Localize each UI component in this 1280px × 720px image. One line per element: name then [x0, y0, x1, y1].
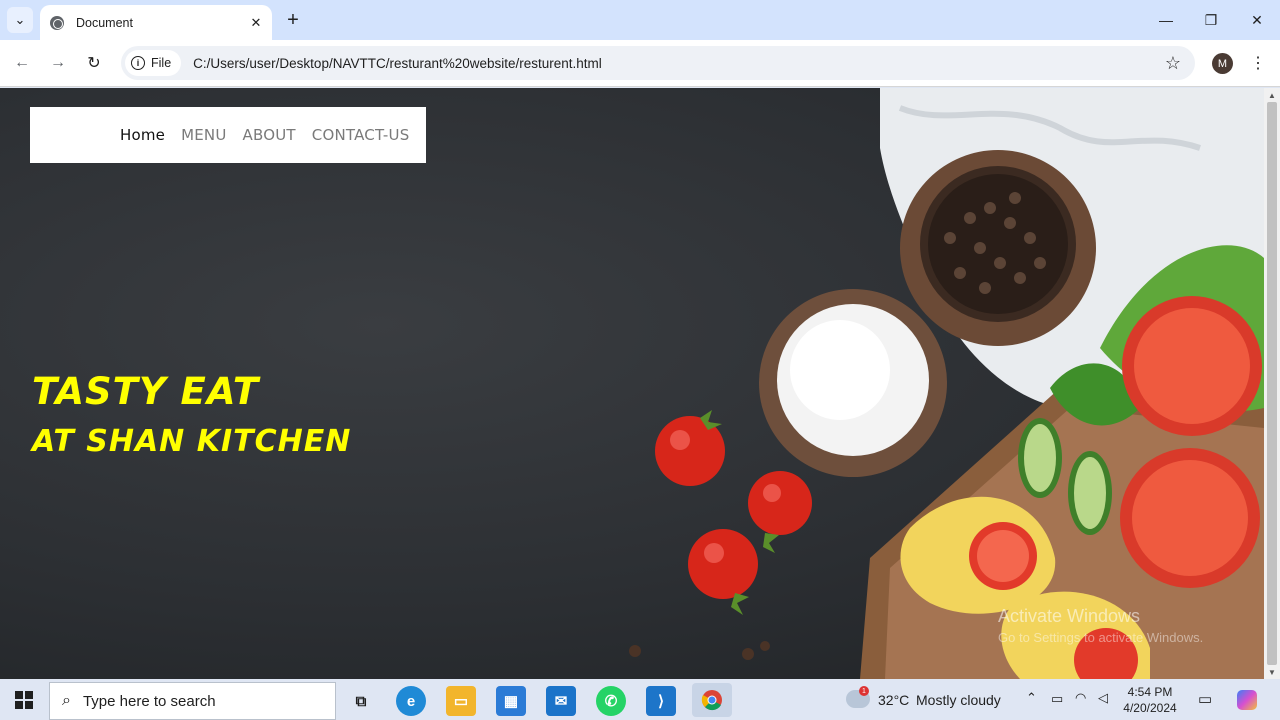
weather-badge: 1: [859, 686, 869, 696]
nav-contact-us[interactable]: CONTACT-US: [312, 126, 410, 144]
copilot-icon[interactable]: [1237, 690, 1257, 710]
activate-windows-hint: Go to Settings to activate Windows.: [998, 630, 1204, 645]
nav-menu[interactable]: MENU: [181, 126, 226, 144]
store-icon[interactable]: ▦: [496, 686, 526, 716]
clock-time: 4:54 PM: [1127, 685, 1173, 699]
volume-icon[interactable]: ◁: [1098, 690, 1108, 706]
system-clock[interactable]: 4:54 PM 4/20/2024: [1118, 684, 1182, 716]
menu-button[interactable]: ⋮: [1246, 50, 1270, 76]
task-view-icon[interactable]: ⧉: [346, 686, 376, 716]
nav-about[interactable]: ABOUT: [243, 126, 296, 144]
vscode-icon[interactable]: ⟩: [646, 686, 676, 716]
chevron-up-icon[interactable]: ⌃: [1026, 690, 1037, 706]
chip-label: File: [151, 56, 172, 70]
page-viewport: Home MENU ABOUT CONTACT-US TASTY EAT AT …: [0, 88, 1264, 679]
star-icon: ☆: [1164, 52, 1182, 73]
site-info-chip[interactable]: i File: [125, 50, 182, 76]
page-scrollbar[interactable]: ▲ ▼: [1264, 88, 1280, 679]
hero-subtitle: AT SHAN KITCHEN: [32, 424, 352, 459]
whatsapp-icon[interactable]: ✆: [596, 686, 626, 716]
reload-icon: ↻: [87, 55, 101, 72]
chrome-logo-icon: [701, 690, 722, 711]
site-navbar: Home MENU ABOUT CONTACT-US: [30, 107, 426, 163]
url-text[interactable]: C:/Users/user/Desktop/NAVTTC/resturant%2…: [193, 56, 1159, 71]
profile-avatar[interactable]: M: [1212, 53, 1233, 74]
info-icon: i: [131, 56, 145, 70]
arrow-right-icon: →: [50, 54, 66, 71]
minimize-button[interactable]: —: [1143, 0, 1189, 40]
close-tab-icon[interactable]: ✕: [246, 13, 266, 33]
windows-logo-icon: [15, 691, 33, 709]
search-placeholder: Type here to search: [82, 692, 216, 710]
scroll-up-icon[interactable]: ▲: [1267, 90, 1277, 100]
chevron-down-icon: ⌄: [14, 12, 26, 27]
kebab-icon: ⋮: [1250, 55, 1266, 72]
tab-document[interactable]: Document ✕: [40, 5, 272, 40]
address-bar[interactable]: i File C:/Users/user/Desktop/NAVTTC/rest…: [121, 46, 1195, 80]
reload-button[interactable]: ↻: [80, 49, 108, 77]
notifications-icon[interactable]: ▭: [1198, 690, 1212, 708]
arrow-left-icon: ←: [14, 54, 30, 71]
restore-icon: ❐: [1204, 11, 1218, 28]
start-button[interactable]: [0, 680, 48, 720]
close-icon: ✕: [1251, 11, 1263, 28]
browser-tabstrip: ⌄ Document ✕ + — ❐ ✕: [0, 0, 1280, 40]
browser-toolbar: ← → ↻ i File C:/Users/user/Desktop/NAVTT…: [0, 40, 1280, 87]
chrome-icon[interactable]: [692, 683, 732, 717]
scroll-thumb[interactable]: [1267, 102, 1277, 665]
bookmark-button[interactable]: ☆: [1159, 49, 1187, 77]
globe-icon: [50, 15, 64, 30]
battery-icon[interactable]: ▭: [1051, 691, 1063, 707]
wifi-icon[interactable]: ◠: [1075, 690, 1086, 706]
back-button[interactable]: ←: [8, 49, 36, 77]
file-explorer-icon[interactable]: ▭: [446, 686, 476, 716]
new-tab-button[interactable]: +: [281, 8, 305, 32]
minimize-icon: —: [1159, 12, 1173, 28]
tab-search-button[interactable]: ⌄: [7, 7, 33, 33]
weather-description[interactable]: Mostly cloudy: [916, 692, 1001, 708]
weather-temperature[interactable]: 32°C: [878, 692, 909, 708]
forward-button[interactable]: →: [44, 49, 72, 77]
search-icon: ⌕: [62, 692, 71, 709]
mail-icon[interactable]: ✉: [546, 686, 576, 716]
restore-button[interactable]: ❐: [1188, 0, 1234, 40]
tab-title: Document: [76, 15, 133, 30]
hero-title: TASTY EAT: [32, 370, 260, 413]
clock-date: 4/20/2024: [1123, 701, 1177, 715]
activate-windows-title: Activate Windows: [998, 606, 1141, 626]
close-window-button[interactable]: ✕: [1234, 0, 1280, 40]
plus-icon: +: [287, 8, 299, 31]
nav-home[interactable]: Home: [120, 126, 165, 144]
edge-icon[interactable]: e: [396, 686, 426, 716]
scroll-down-icon[interactable]: ▼: [1267, 667, 1277, 677]
taskbar-search-box[interactable]: ⌕ Type here to search: [49, 682, 336, 720]
